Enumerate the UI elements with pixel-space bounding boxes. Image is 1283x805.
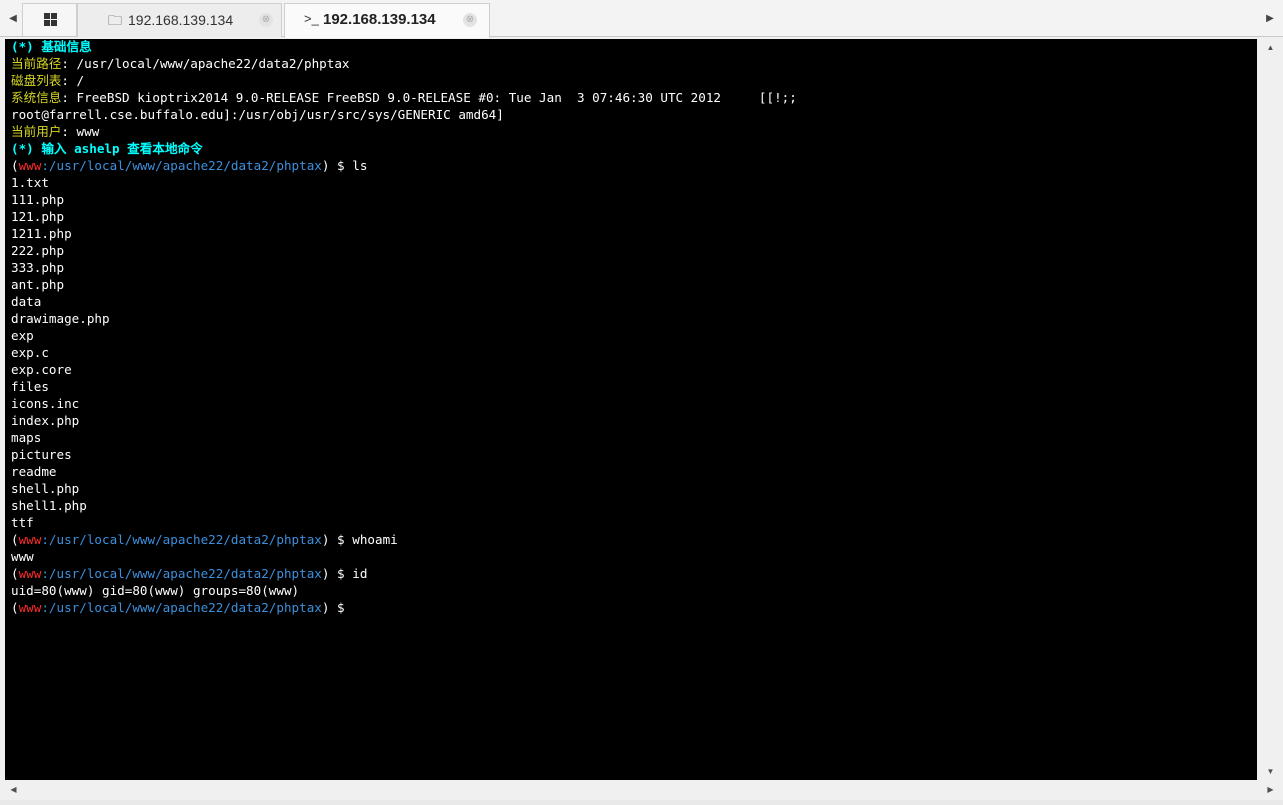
horizontal-scrollbar[interactable]: ◀ ▶ <box>5 781 1279 798</box>
list-item: 333.php <box>11 260 65 275</box>
info-path-line: 当前路径: /usr/local/www/apache22/data2/phpt… <box>11 55 1257 72</box>
command-text: ls <box>352 158 368 173</box>
list-item: 111.php <box>11 192 65 207</box>
scroll-down-icon[interactable]: ▼ <box>1262 763 1279 780</box>
info-user-line: 当前用户: www <box>11 123 1257 140</box>
folder-icon: 🗀 <box>108 12 122 28</box>
list-item: shell1.php <box>11 498 87 513</box>
id-output: uid=80(www) gid=80(www) groups=80(www) <box>11 583 300 598</box>
list-item: exp.core <box>11 362 72 377</box>
prompt-path: :/usr/local/www/apache22/data2/phptax <box>41 600 322 615</box>
list-item: icons.inc <box>11 396 80 411</box>
prompt-path: :/usr/local/www/apache22/data2/phptax <box>41 566 322 581</box>
info-label: 磁盘列表 <box>11 73 62 88</box>
terminal-header-basic: (*) 基础信息 <box>11 39 92 54</box>
webshell-window: ◀ 🗀 192.168.139.134 ⊗ >_ 192.168.139.134… <box>0 0 1283 805</box>
vertical-scrollbar[interactable]: ▲ ▼ <box>1262 39 1279 780</box>
list-item: pictures <box>11 447 72 462</box>
scroll-up-icon[interactable]: ▲ <box>1262 39 1279 56</box>
grid-icon <box>44 13 57 26</box>
list-item: ant.php <box>11 277 65 292</box>
list-item: exp <box>11 328 34 343</box>
terminal-icon: >_ <box>304 11 319 26</box>
prompt-user: www <box>18 532 42 547</box>
list-item: 1211.php <box>11 226 72 241</box>
tab-label: 192.168.139.134 <box>128 12 234 28</box>
terminal-header-help: (*) 输入 ashelp 查看本地命令 <box>11 141 203 156</box>
terminal-area[interactable]: (*) 基础信息 当前路径: /usr/local/www/apache22/d… <box>5 39 1257 780</box>
home-tab[interactable] <box>22 3 77 36</box>
info-disk-line: 磁盘列表: / <box>11 72 1257 89</box>
tab-label: 192.168.139.134 <box>323 11 436 28</box>
close-icon[interactable]: ⊗ <box>259 13 273 27</box>
prompt-line: (www:/usr/local/www/apache22/data2/phpta… <box>11 566 368 581</box>
list-item: 121.php <box>11 209 65 224</box>
list-item: exp.c <box>11 345 49 360</box>
list-item: maps <box>11 430 42 445</box>
prompt-path: :/usr/local/www/apache22/data2/phptax <box>41 532 322 547</box>
prompt-path: :/usr/local/www/apache22/data2/phptax <box>41 158 322 173</box>
info-sys-line: 系统信息: FreeBSD kioptrix2014 9.0-RELEASE F… <box>11 89 1257 106</box>
info-value: : /usr/local/www/apache22/data2/phptax <box>61 56 350 71</box>
list-item: 222.php <box>11 243 65 258</box>
scroll-left-icon[interactable]: ◀ <box>5 781 22 798</box>
whoami-output: www <box>11 549 34 564</box>
ls-output: 1.txt 111.php 121.php 1211.php 222.php 3… <box>11 174 1257 531</box>
info-value: : FreeBSD kioptrix2014 9.0-RELEASE FreeB… <box>61 90 797 105</box>
info-value: : www <box>61 124 100 139</box>
list-item: ttf <box>11 515 34 530</box>
prompt-line: (www:/usr/local/www/apache22/data2/phpta… <box>11 532 398 547</box>
info-label: 当前路径 <box>11 56 62 71</box>
tab-bar: ◀ 🗀 192.168.139.134 ⊗ >_ 192.168.139.134… <box>0 0 1283 38</box>
info-value: : / <box>61 73 85 88</box>
list-item: drawimage.php <box>11 311 110 326</box>
list-item: files <box>11 379 49 394</box>
close-icon[interactable]: ⊗ <box>463 13 477 27</box>
scroll-right-icon[interactable]: ▶ <box>1262 781 1279 798</box>
command-text: whoami <box>352 532 398 547</box>
current-prompt-line[interactable]: (www:/usr/local/www/apache22/data2/phpta… <box>11 599 1257 616</box>
info-sys-line-cont: root@farrell.cse.buffalo.edu]:/usr/obj/u… <box>11 107 504 122</box>
tab-file-manager[interactable]: 🗀 192.168.139.134 ⊗ <box>77 3 282 37</box>
list-item: index.php <box>11 413 80 428</box>
command-text: id <box>352 566 368 581</box>
tab-scroll-left-button[interactable]: ◀ <box>3 5 23 32</box>
prompt-line: (www:/usr/local/www/apache22/data2/phpta… <box>11 158 368 173</box>
prompt-user: www <box>18 566 42 581</box>
tab-scroll-right-button[interactable]: ▶ <box>1260 5 1280 32</box>
window-bottom-edge <box>0 800 1283 805</box>
prompt-user: www <box>18 600 42 615</box>
list-item: data <box>11 294 42 309</box>
list-item: 1.txt <box>11 175 49 190</box>
tab-terminal[interactable]: >_ 192.168.139.134 ⊗ <box>284 3 490 38</box>
info-label: 系统信息 <box>11 90 62 105</box>
terminal-output: (*) 基础信息 当前路径: /usr/local/www/apache22/d… <box>11 39 1257 616</box>
prompt-user: www <box>18 158 42 173</box>
info-label: 当前用户 <box>11 124 62 139</box>
list-item: readme <box>11 464 57 479</box>
list-item: shell.php <box>11 481 80 496</box>
